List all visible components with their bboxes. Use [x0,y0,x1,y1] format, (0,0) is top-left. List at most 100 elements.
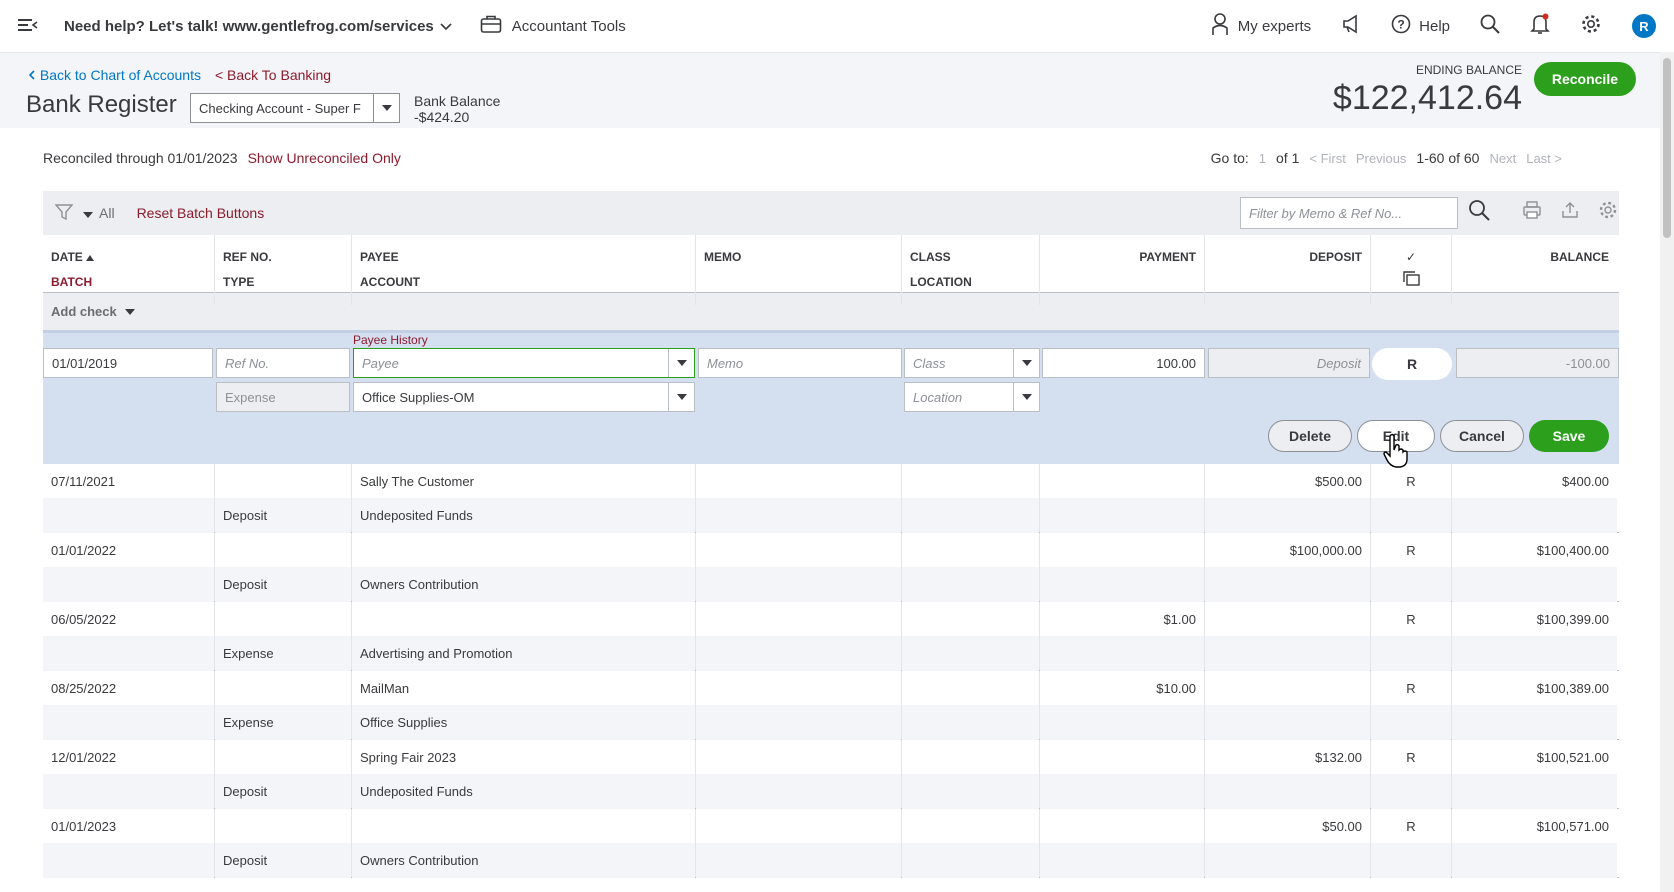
previous-page-button[interactable]: Previous [1356,151,1407,166]
row-reconcile-status[interactable]: R [1379,474,1443,489]
table-row[interactable]: 07/11/2021 Deposit Sally The Customer Und… [43,464,1619,533]
row-reconcile-status[interactable]: R [1379,819,1443,834]
col-account-header[interactable]: ACCOUNT [360,270,687,295]
caret-down-icon[interactable] [668,349,694,377]
row-reconcile-status[interactable]: R [1379,543,1443,558]
caret-down-icon [124,308,135,315]
menu-collapse-icon[interactable] [18,17,38,36]
back-to-banking-link[interactable]: < Back To Banking [215,67,331,83]
row-reconcile-status[interactable]: R [1379,750,1443,765]
last-page-button[interactable]: Last > [1526,151,1562,166]
caret-down-icon[interactable] [1013,349,1039,377]
next-page-button[interactable]: Next [1489,151,1516,166]
row-reconcile-status[interactable]: R [1379,612,1443,627]
export-icon[interactable] [1560,200,1580,223]
page-scrollbar[interactable] [1660,52,1674,892]
edit-transaction-row: Payee History 01/01/2019 Ref No. Payee M… [43,330,1619,468]
row-date: 01/01/2022 [51,543,117,558]
page-input[interactable]: 1 [1259,151,1266,166]
record-range: 1-60 of 60 [1416,150,1480,166]
row-balance: $100,400.00 [1536,543,1609,558]
account-select[interactable]: Checking Account - Super F [190,93,400,123]
notifications-button[interactable] [1530,13,1550,39]
caret-down-icon[interactable] [668,383,694,411]
filter-memo-input[interactable]: Filter by Memo & Ref No... [1240,197,1458,229]
caret-down-icon[interactable] [373,94,399,122]
col-location-header[interactable]: LOCATION [910,270,1031,295]
delete-button[interactable]: Delete [1268,420,1352,452]
avatar[interactable]: R [1632,14,1656,38]
col-type-header[interactable]: TYPE [223,270,343,295]
col-memo-header[interactable]: MEMO [704,245,893,270]
row-type: Deposit [223,577,268,592]
row-type: Expense [223,646,274,661]
location-input[interactable]: Location [904,382,1040,412]
copy-icon[interactable] [1379,270,1443,295]
row-account: Undeposited Funds [360,508,473,523]
memo-input[interactable]: Memo [698,348,902,378]
search-icon[interactable] [1468,199,1490,224]
payee-history-link[interactable]: Payee History [353,333,428,347]
col-payee-header[interactable]: PAYEE [360,245,687,270]
table-row[interactable]: 12/01/2022 Deposit Spring Fair 2023 Undep… [43,740,1619,809]
gear-icon [1580,13,1602,39]
gear-icon[interactable] [1598,200,1618,223]
chevron-down-icon[interactable] [440,19,452,34]
back-to-chart-of-accounts-link[interactable]: Back to Chart of Accounts [28,67,201,83]
row-date: 06/05/2022 [51,612,117,627]
settings-button[interactable] [1580,13,1602,39]
bell-icon [1530,13,1550,39]
row-account: Undeposited Funds [360,784,473,799]
bank-balance: Bank Balance -$424.20 [414,93,500,125]
col-payment-header[interactable]: PAYMENT [1048,245,1196,270]
col-deposit-header[interactable]: DEPOSIT [1213,245,1362,270]
first-page-button[interactable]: < First [1309,151,1345,166]
briefcase-icon [480,14,502,38]
help-link[interactable]: Need help? Let's talk! www.gentlefrog.co… [64,18,434,35]
col-balance-header[interactable]: BALANCE [1460,245,1609,270]
grid-toolbar: All Reset Batch Buttons Filter by Memo &… [43,191,1619,235]
show-unreconciled-link[interactable]: Show Unreconciled Only [248,150,401,166]
reconcile-button[interactable]: Reconcile [1533,62,1636,96]
table-row[interactable]: 08/25/2022 Expense MailMan Office Supplie… [43,671,1619,740]
payment-input[interactable]: 100.00 [1042,348,1205,378]
caret-down-icon[interactable] [83,206,93,221]
reconcile-status-toggle[interactable]: R [1372,348,1452,380]
account-input[interactable]: Office Supplies-OM [353,382,695,412]
bank-balance-value: -$424.20 [414,109,470,125]
class-input[interactable]: Class [904,348,1040,378]
payee-input[interactable]: Payee [353,348,695,378]
help-button[interactable]: ? Help [1391,14,1450,38]
save-button[interactable]: Save [1529,420,1609,452]
table-row[interactable]: 06/05/2022 Expense Advertising and Promo… [43,602,1619,671]
filter-all-label[interactable]: All [99,205,115,221]
col-ref-header[interactable]: REF NO. [223,245,343,270]
reset-batch-buttons-link[interactable]: Reset Batch Buttons [137,205,265,221]
print-icon[interactable] [1522,200,1542,223]
add-check-label: Add check [51,304,117,319]
announcements-button[interactable] [1341,14,1361,38]
row-type: Deposit [223,508,268,523]
col-check-header[interactable]: ✓ [1379,245,1443,270]
col-date-header[interactable]: DATE [51,245,206,270]
row-type: Deposit [223,853,268,868]
my-experts-button[interactable]: My experts [1210,12,1311,40]
cancel-button[interactable]: Cancel [1440,420,1524,452]
row-account: Advertising and Promotion [360,646,513,661]
search-button[interactable] [1480,14,1500,38]
ref-no-input[interactable]: Ref No. [216,348,350,378]
table-row[interactable]: 01/01/2022 Deposit Owners Contribution $… [43,533,1619,602]
goto-label: Go to: [1210,150,1249,166]
row-date: 01/01/2023 [51,819,117,834]
filter-icon[interactable] [54,203,74,224]
register-grid: All Reset Batch Buttons Filter by Memo &… [43,191,1619,878]
my-experts-label: My experts [1237,17,1312,35]
table-row[interactable]: 01/01/2023 Deposit Owners Contribution $… [43,809,1619,878]
row-reconcile-status[interactable]: R [1379,681,1443,696]
accountant-tools-button[interactable]: Accountant Tools [480,14,626,38]
caret-down-icon[interactable] [1013,383,1039,411]
date-input[interactable]: 01/01/2019 [43,348,213,378]
col-class-header[interactable]: CLASS [910,245,1031,270]
type-value: Expense [216,382,350,412]
scrollbar-thumb[interactable] [1663,58,1671,238]
